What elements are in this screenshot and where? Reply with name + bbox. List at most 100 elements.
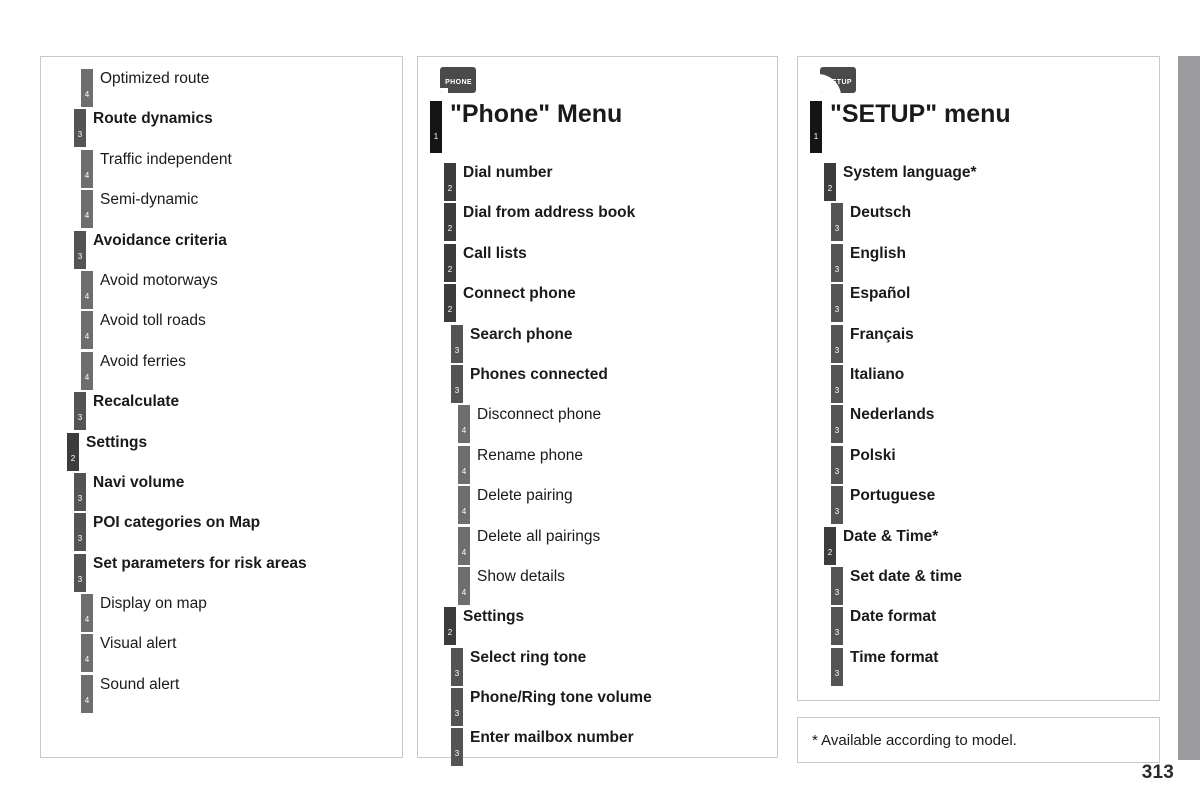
level-marker-3: 3 bbox=[831, 647, 843, 686]
menu-item-level-3[interactable]: 3 Avoidance criteria bbox=[53, 229, 390, 269]
menu-item-level-3[interactable]: 3 Polski bbox=[810, 444, 1147, 484]
menu-item-label: Delete pairing bbox=[477, 487, 573, 505]
menu-item-level-3[interactable]: 3 Route dynamics bbox=[53, 107, 390, 148]
menu-item-level-2[interactable]: 2 Call lists bbox=[430, 242, 765, 282]
level-number: 3 bbox=[834, 628, 840, 638]
level-number: 1 bbox=[433, 132, 439, 141]
menu-item-label: Date format bbox=[850, 608, 937, 626]
menu-item-level-4[interactable]: 4 Display on map bbox=[53, 592, 390, 633]
menu-item-label: Avoidance criteria bbox=[93, 231, 227, 249]
menu-item-level-3[interactable]: 3 Français bbox=[810, 323, 1147, 363]
menu-item-level-2[interactable]: 2 Dial from address book bbox=[430, 201, 765, 242]
menu-item-label: Rename phone bbox=[477, 446, 583, 464]
level-number: 4 bbox=[84, 615, 90, 625]
menu-item-level-3[interactable]: 3 Portuguese bbox=[810, 484, 1147, 525]
level-number: 4 bbox=[84, 170, 90, 180]
menu-item-level-3[interactable]: 3 Set date & time bbox=[810, 565, 1147, 605]
level-marker-4: 4 bbox=[81, 270, 93, 309]
level-marker-1: 1 bbox=[810, 101, 822, 153]
menu-item-label: Optimized route bbox=[100, 70, 210, 87]
phone-menu-icon: PHONE bbox=[440, 67, 476, 93]
level-number: 3 bbox=[77, 251, 83, 261]
menu-item-level-4[interactable]: 4 Show details bbox=[430, 565, 765, 605]
menu-item-level-3[interactable]: 3 Set parameters for risk areas bbox=[53, 552, 390, 592]
level-marker-4: 4 bbox=[458, 405, 470, 444]
menu-item-level-4[interactable]: 4 Avoid ferries bbox=[53, 350, 390, 390]
menu-item-label: Dial number bbox=[463, 164, 553, 181]
menu-item-level-2[interactable]: 2 Connect phone bbox=[430, 282, 765, 323]
page-number: 313 bbox=[1141, 762, 1174, 783]
menu-item-level-3[interactable]: 3 Navi volume bbox=[53, 471, 390, 511]
menu-item-label: Italiano bbox=[850, 365, 905, 383]
menu-item-label: Visual alert bbox=[100, 635, 177, 653]
level-marker-2: 2 bbox=[444, 163, 456, 201]
menu-item-level-1[interactable]: 1 "Phone" Menu bbox=[430, 99, 765, 161]
level-marker-3: 3 bbox=[451, 324, 463, 363]
level-marker-2: 2 bbox=[444, 284, 456, 323]
menu-item-label: "SETUP" menu bbox=[830, 100, 1011, 128]
level-number: 3 bbox=[834, 305, 840, 315]
level-number: 4 bbox=[461, 547, 467, 557]
menu-item-level-3[interactable]: 3 Phones connected bbox=[430, 363, 765, 403]
menu-item-label: Recalculate bbox=[93, 393, 180, 411]
menu-item-level-2[interactable]: 2 System language* bbox=[810, 161, 1147, 201]
menu-item-level-1[interactable]: 1 "SETUP" menu bbox=[810, 99, 1147, 161]
level-marker-2: 2 bbox=[444, 243, 456, 282]
menu-tree-2: 1 "Phone" Menu 2 Dial number 2 Dial from addr… bbox=[430, 99, 765, 767]
menu-item-level-3[interactable]: 3 Nederlands bbox=[810, 403, 1147, 444]
menu-item-level-3[interactable]: 3 Enter mailbox number bbox=[430, 726, 765, 767]
menu-item-label: Settings bbox=[463, 608, 525, 626]
menu-item-level-4[interactable]: 4 Traffic independent bbox=[53, 148, 390, 188]
level-marker-2: 2 bbox=[824, 526, 836, 565]
menu-item-level-3[interactable]: 3 Select ring tone bbox=[430, 646, 765, 686]
level-marker-3: 3 bbox=[451, 688, 463, 727]
menu-item-level-4[interactable]: 4 Sound alert bbox=[53, 673, 390, 713]
level-marker-3: 3 bbox=[74, 472, 86, 511]
level-number: 3 bbox=[834, 264, 840, 274]
menu-item-level-4[interactable]: 4 Rename phone bbox=[430, 444, 765, 484]
menu-item-label: Show details bbox=[477, 567, 565, 585]
footnote-text: * Available according to model. bbox=[812, 731, 1017, 749]
column-phone-menu: PHONE 1 "Phone" Menu 2 Dial number 2 Dial fro… bbox=[417, 56, 778, 767]
menu-item-level-4[interactable]: 4 Delete pairing bbox=[430, 484, 765, 525]
level-marker-3: 3 bbox=[831, 284, 843, 323]
menu-item-level-3[interactable]: 3 Search phone bbox=[430, 323, 765, 363]
menu-item-level-3[interactable]: 3 Recalculate bbox=[53, 390, 390, 431]
menu-item-level-4[interactable]: 4 Visual alert bbox=[53, 632, 390, 673]
level-number: 3 bbox=[454, 709, 460, 719]
level-number: 4 bbox=[84, 695, 90, 705]
menu-tree-3: 1 "SETUP" menu 2 System language* 3 Deutsch 3 E… bbox=[810, 99, 1147, 686]
menu-item-level-3[interactable]: 3 English bbox=[810, 242, 1147, 282]
menu-item-level-2[interactable]: 2 Settings bbox=[53, 431, 390, 471]
menu-item-level-4[interactable]: 4 Disconnect phone bbox=[430, 403, 765, 444]
level-marker-3: 3 bbox=[74, 553, 86, 592]
menu-item-label: Delete all pairings bbox=[477, 527, 601, 545]
menu-item-level-3[interactable]: 3 Phone/Ring tone volume bbox=[430, 686, 765, 727]
menu-item-level-3[interactable]: 3 Date format bbox=[810, 605, 1147, 646]
level-marker-2: 2 bbox=[67, 432, 79, 471]
menu-item-level-3[interactable]: 3 Español bbox=[810, 282, 1147, 323]
level-marker-4: 4 bbox=[458, 445, 470, 484]
menu-item-level-3[interactable]: 3 Time format bbox=[810, 646, 1147, 686]
level-number: 3 bbox=[834, 385, 840, 395]
menu-item-level-3[interactable]: 3 POI categories on Map bbox=[53, 511, 390, 552]
level-marker-3: 3 bbox=[831, 405, 843, 444]
menu-item-level-2[interactable]: 2 Dial number bbox=[430, 161, 765, 201]
menu-item-label: Avoid ferries bbox=[100, 352, 186, 370]
menu-item-level-2[interactable]: 2 Date & Time* bbox=[810, 525, 1147, 565]
menu-item-level-2[interactable]: 2 Settings bbox=[430, 605, 765, 646]
level-number: 2 bbox=[447, 184, 453, 193]
menu-item-label: Français bbox=[850, 325, 914, 343]
menu-item-level-4[interactable]: 4 Optimized route bbox=[53, 67, 390, 107]
level-marker-3: 3 bbox=[74, 230, 86, 269]
level-number: 2 bbox=[447, 264, 453, 274]
level-marker-3: 3 bbox=[831, 324, 843, 363]
menu-item-level-4[interactable]: 4 Semi-dynamic bbox=[53, 188, 390, 229]
menu-item-level-4[interactable]: 4 Avoid motorways bbox=[53, 269, 390, 309]
menu-item-level-4[interactable]: 4 Delete all pairings bbox=[430, 525, 765, 565]
menu-item-level-3[interactable]: 3 Deutsch bbox=[810, 201, 1147, 242]
level-marker-3: 3 bbox=[451, 647, 463, 686]
menu-item-level-3[interactable]: 3 Italiano bbox=[810, 363, 1147, 403]
level-number: 1 bbox=[813, 132, 819, 141]
menu-item-level-4[interactable]: 4 Avoid toll roads bbox=[53, 309, 390, 350]
